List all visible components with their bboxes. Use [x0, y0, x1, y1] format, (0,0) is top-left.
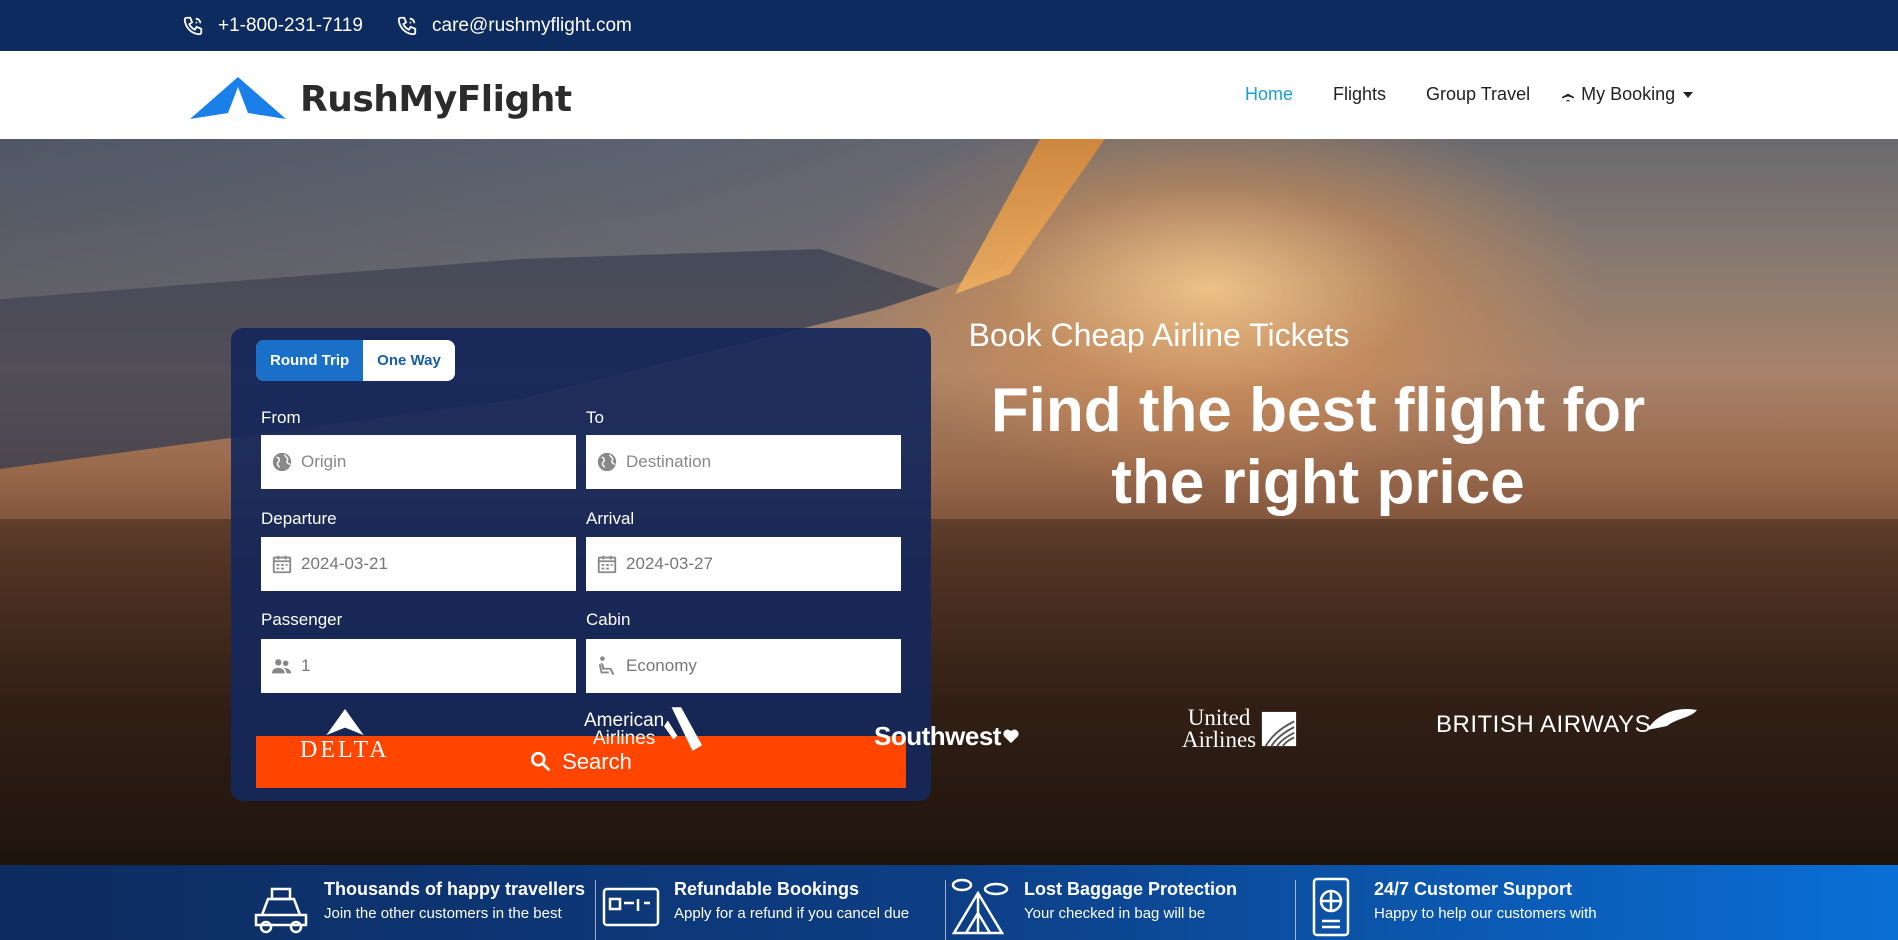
origin-input[interactable] — [301, 452, 561, 472]
american-eagle-icon — [664, 707, 703, 751]
feature-divider — [1295, 880, 1296, 940]
car-icon — [254, 887, 308, 934]
calendar-icon — [272, 555, 292, 574]
feature-desc: Join the other customers in the best — [324, 905, 562, 922]
my-booking-dropdown[interactable]: My Booking — [1560, 84, 1694, 105]
feature-refundable-bookings: Refundable Bookings Apply for a refund i… — [600, 875, 909, 940]
heart-icon — [1003, 729, 1019, 744]
calendar-icon — [597, 555, 617, 574]
ticket-icon — [602, 887, 660, 927]
united-line-1: United — [1187, 705, 1251, 730]
united-airlines-name: United Airlines — [1182, 705, 1257, 752]
southwest-name: Southwest — [874, 721, 1001, 751]
hero-title: Find the best flight for the right price — [960, 375, 1676, 519]
feature-title: Refundable Bookings — [674, 879, 860, 899]
passenger-label: Passenger — [261, 610, 343, 629]
passenger-field[interactable]: 1 — [261, 639, 576, 693]
features-bar: Thousands of happy travellers Join the o… — [0, 865, 1898, 940]
origin-field[interactable] — [261, 435, 576, 489]
feature-divider — [595, 880, 596, 940]
cabin-field[interactable]: Economy — [586, 639, 901, 693]
arrival-label: Arrival — [586, 509, 635, 528]
feature-desc: Your checked in bag will be — [1024, 905, 1206, 922]
phone-icon — [183, 16, 203, 36]
delta-logo: DELTA — [300, 709, 390, 764]
arrival-field[interactable]: 2024-03-27 — [586, 537, 901, 591]
feature-divider — [945, 880, 946, 940]
hero-section: Round Trip One Way From To Departure 202… — [0, 139, 1898, 865]
american-airlines-logo: American Airlines — [584, 707, 703, 753]
tent-icon — [951, 878, 1009, 935]
british-airways-logo: BRITISH AIRWAYS — [1436, 708, 1698, 739]
feature-desc: Happy to help our customers with — [1374, 905, 1597, 922]
passport-icon — [1312, 877, 1350, 937]
feature-title: 24/7 Customer Support — [1374, 879, 1573, 899]
email-contact[interactable]: care@rushmyflight.com — [396, 15, 632, 37]
feature-customer-support: 24/7 Customer Support Happy to help our … — [1300, 875, 1597, 940]
hero-subtitle: Book Cheap Airline Tickets — [968, 317, 1350, 353]
arrival-date: 2024-03-27 — [626, 554, 713, 573]
departure-field[interactable]: 2024-03-21 — [261, 537, 576, 591]
cabin-label: Cabin — [586, 610, 631, 629]
departure-label: Departure — [261, 509, 337, 528]
my-booking-label: My Booking — [1581, 84, 1676, 104]
seat-icon — [598, 656, 615, 676]
chevron-down-icon — [1683, 91, 1694, 98]
nav-home[interactable]: Home — [1245, 84, 1293, 105]
plane-logo-icon — [190, 77, 286, 121]
main-nav: Home Flights Group Travel My Booking — [1245, 84, 1694, 105]
top-contact-bar: +1-800-231-7119 care@rushmyflight.com — [0, 0, 1898, 51]
airline-logos: DELTA American Airlines Southwest United… — [0, 699, 1898, 779]
delta-name: DELTA — [300, 737, 390, 763]
nav-flights[interactable]: Flights — [1333, 84, 1386, 105]
united-globe-icon — [1262, 711, 1297, 747]
brand-logo[interactable]: RushMyFlight — [190, 75, 572, 123]
american-line-2: Airlines — [592, 728, 656, 749]
globe-icon — [597, 452, 617, 472]
southwest-logo: Southwest — [874, 721, 1019, 752]
delta-triangle-icon — [326, 709, 364, 736]
departure-date: 2024-03-21 — [301, 554, 388, 573]
phone-contact[interactable]: +1-800-231-7119 — [182, 15, 363, 37]
passenger-count: 1 — [301, 656, 311, 675]
feature-title: Thousands of happy travellers — [324, 879, 586, 899]
feature-lost-baggage: Lost Baggage Protection Your checked in … — [950, 875, 1237, 940]
cabin-value: Economy — [626, 656, 697, 675]
phone-icon — [397, 16, 417, 36]
navbar: RushMyFlight Home Flights Group Travel M… — [0, 51, 1898, 139]
to-label: To — [586, 408, 604, 427]
plane-icon — [1562, 87, 1575, 102]
hero-title-line-2: the right price — [1111, 448, 1525, 517]
feature-desc: Apply for a refund if you cancel due — [674, 905, 910, 922]
speedmarque-icon — [1647, 708, 1698, 730]
nav-group-travel[interactable]: Group Travel — [1426, 84, 1530, 105]
people-icon — [271, 659, 292, 674]
destination-field[interactable] — [586, 435, 901, 489]
united-airlines-logo: United Airlines — [1182, 705, 1298, 752]
phone-number: +1-800-231-7119 — [218, 15, 363, 36]
hero-title-line-1: Find the best flight for — [990, 376, 1646, 445]
united-line-2: Airlines — [1182, 727, 1257, 752]
email-address: care@rushmyflight.com — [432, 15, 632, 36]
feature-happy-travellers: Thousands of happy travellers Join the o… — [250, 875, 585, 940]
american-airlines-name: American Airlines — [584, 711, 664, 749]
destination-input[interactable] — [626, 452, 886, 472]
feature-title: Lost Baggage Protection — [1024, 879, 1238, 899]
from-label: From — [261, 408, 301, 427]
brand-name: RushMyFlight — [300, 78, 572, 120]
globe-icon — [272, 452, 292, 472]
british-airways-name: BRITISH AIRWAYS — [1436, 711, 1652, 738]
